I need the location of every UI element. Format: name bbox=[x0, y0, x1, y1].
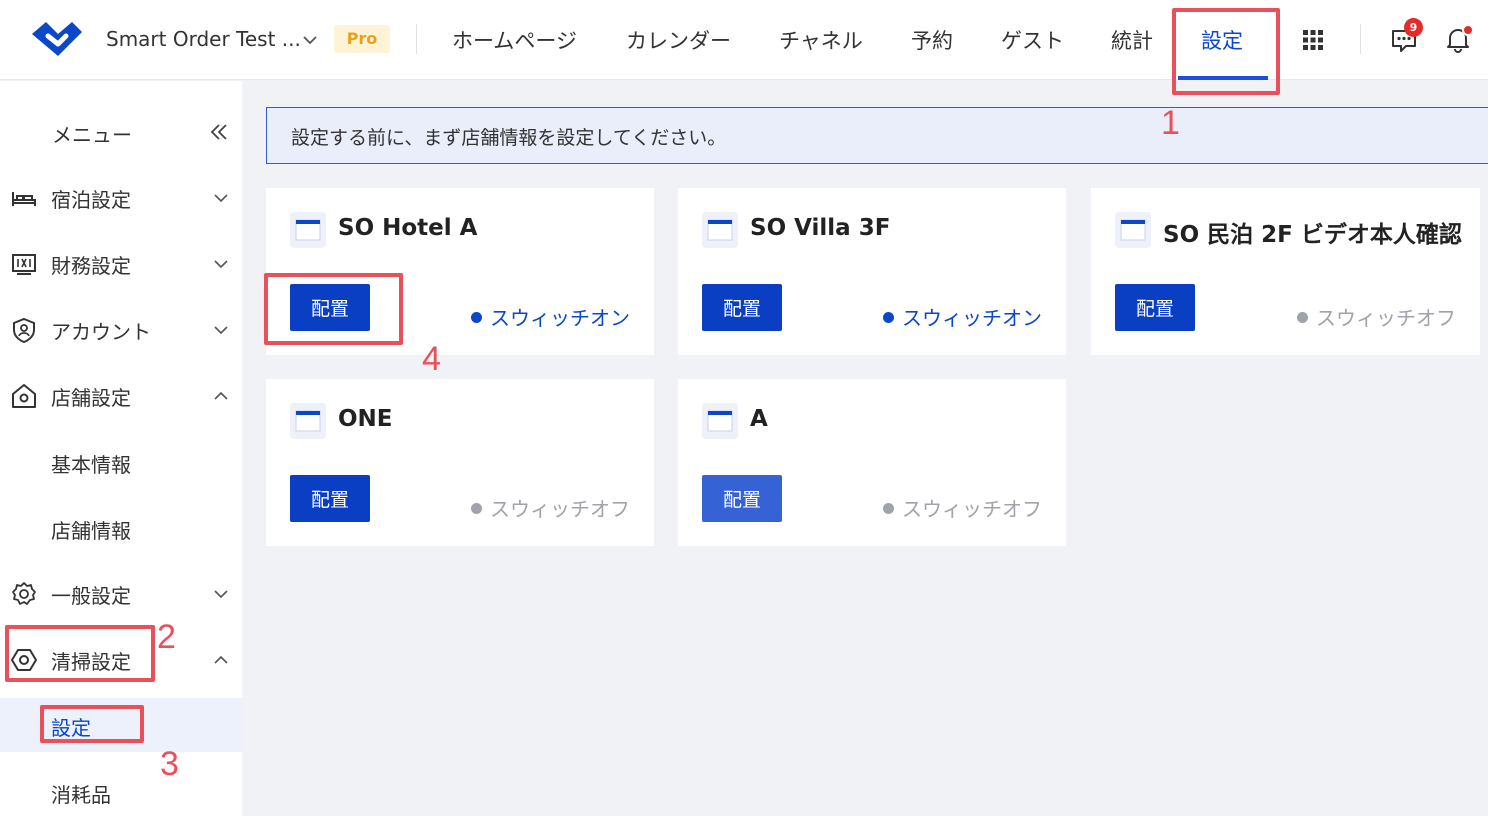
nav-settings[interactable]: 設定 bbox=[1201, 25, 1243, 55]
sidebar-subitem-cleaning-config[interactable]: 設定 bbox=[0, 698, 242, 752]
sidebar-item-label: 店舗設定 bbox=[51, 386, 131, 410]
nav-calendar[interactable]: カレンダー bbox=[626, 25, 731, 55]
configure-button[interactable]: 配置 bbox=[290, 475, 370, 522]
info-notice: 設定する前に、まず店舗情報を設定してください。 bbox=[266, 107, 1488, 164]
nav-home[interactable]: ホームページ bbox=[452, 25, 577, 55]
sidebar-item-accommodation[interactable]: 宿泊設定 bbox=[0, 170, 242, 226]
configure-button[interactable]: 配置 bbox=[290, 284, 370, 331]
browser-window-icon bbox=[1115, 212, 1151, 248]
store-card: SO Villa 3F 配置 スウィッチオン bbox=[678, 188, 1066, 355]
status-dot bbox=[883, 312, 894, 323]
chevron-down-icon bbox=[214, 194, 228, 203]
sidebar-item-finance[interactable]: 財務設定 bbox=[0, 236, 242, 292]
chevron-down-icon bbox=[214, 260, 228, 269]
chevron-up-icon bbox=[214, 391, 228, 400]
sidebar-subitem-label: 設定 bbox=[51, 716, 91, 740]
sidebar-item-label: 財務設定 bbox=[51, 254, 131, 278]
cleaning-icon bbox=[11, 649, 37, 671]
collapse-sidebar-icon[interactable] bbox=[208, 121, 230, 143]
sidebar-item-cleaning-settings[interactable]: 清掃設定 bbox=[0, 632, 242, 688]
message-count-badge: 9 bbox=[1404, 18, 1423, 37]
store-selector-title[interactable]: Smart Order Test ... bbox=[106, 27, 301, 51]
sidebar-item-label: 宿泊設定 bbox=[51, 188, 131, 212]
switch-status: スウィッチオン bbox=[471, 302, 630, 331]
sidebar: メニュー 宿泊設定 財務設定 アカウント 店舗設定 基本情報 店舗情報 一般設定… bbox=[0, 81, 242, 816]
bed-icon bbox=[12, 192, 36, 206]
sidebar-subitem-label: 店舗情報 bbox=[51, 519, 131, 543]
sidebar-item-general-settings[interactable]: 一般設定 bbox=[0, 566, 242, 622]
active-nav-indicator bbox=[1178, 76, 1268, 80]
browser-window-icon bbox=[290, 403, 326, 439]
sidebar-item-label: 清掃設定 bbox=[51, 650, 131, 674]
configure-button[interactable]: 配置 bbox=[702, 284, 782, 331]
nav-reservation[interactable]: 予約 bbox=[911, 25, 953, 55]
store-icon bbox=[12, 384, 36, 408]
status-label: スウィッチオフ bbox=[902, 497, 1042, 521]
store-card: SO 民泊 2F ビデオ本人確認 配置 スウィッチオフ bbox=[1091, 188, 1480, 355]
configure-button[interactable]: 配置 bbox=[1115, 284, 1195, 331]
sidebar-item-label: 一般設定 bbox=[51, 584, 131, 608]
store-name: ONE bbox=[338, 406, 393, 432]
status-dot bbox=[471, 503, 482, 514]
nav-channel[interactable]: チャネル bbox=[779, 25, 863, 55]
status-label: スウィッチオフ bbox=[490, 497, 630, 521]
store-card: SO Hotel A 配置 スウィッチオン bbox=[266, 188, 654, 355]
browser-window-icon bbox=[702, 212, 738, 248]
status-label: スウィッチオフ bbox=[1316, 306, 1456, 330]
store-name: A bbox=[750, 406, 768, 432]
chevron-down-icon[interactable] bbox=[300, 30, 320, 50]
store-card: ONE 配置 スウィッチオフ bbox=[266, 379, 654, 546]
gear-icon bbox=[12, 582, 36, 605]
store-card: A 配置 スウィッチオフ bbox=[678, 379, 1066, 546]
store-name: SO Hotel A bbox=[338, 215, 478, 241]
sidebar-subitem-label: 基本情報 bbox=[51, 453, 131, 477]
notification-dot bbox=[1462, 24, 1474, 36]
status-dot bbox=[883, 503, 894, 514]
chevron-up-icon bbox=[214, 655, 228, 664]
browser-window-icon bbox=[702, 403, 738, 439]
menu-title: メニュー bbox=[52, 123, 132, 147]
status-dot bbox=[471, 312, 482, 323]
store-name: SO 民泊 2F ビデオ本人確認 bbox=[1163, 222, 1462, 248]
chevron-down-icon bbox=[214, 326, 228, 335]
status-label: スウィッチオン bbox=[902, 306, 1042, 330]
sidebar-subitem-basic-info[interactable]: 基本情報 bbox=[0, 435, 242, 489]
header-divider bbox=[1360, 24, 1361, 54]
configure-button[interactable]: 配置 bbox=[702, 475, 782, 522]
nav-statistics[interactable]: 統計 bbox=[1111, 25, 1153, 55]
sidebar-item-store-settings[interactable]: 店舗設定 bbox=[0, 368, 242, 424]
switch-status: スウィッチオフ bbox=[1297, 302, 1456, 331]
sidebar-subitem-store-info[interactable]: 店舗情報 bbox=[0, 501, 242, 555]
switch-status: スウィッチオフ bbox=[883, 493, 1042, 522]
switch-status: スウィッチオン bbox=[883, 302, 1042, 331]
sidebar-subitem-consumables[interactable]: 消耗品 bbox=[0, 765, 242, 816]
switch-status: スウィッチオフ bbox=[471, 493, 630, 522]
notice-text: 設定する前に、まず店舗情報を設定してください。 bbox=[291, 127, 727, 149]
brand-logo-icon[interactable] bbox=[28, 14, 86, 60]
sidebar-subitem-label: 消耗品 bbox=[51, 783, 111, 807]
sidebar-item-account[interactable]: アカウント bbox=[0, 302, 242, 358]
status-dot bbox=[1297, 312, 1308, 323]
apps-grid-icon[interactable] bbox=[1302, 29, 1324, 51]
browser-window-icon bbox=[290, 212, 326, 248]
store-name: SO Villa 3F bbox=[750, 215, 891, 241]
chevron-down-icon bbox=[214, 590, 228, 599]
sidebar-item-label: アカウント bbox=[51, 320, 151, 344]
header-divider bbox=[416, 24, 417, 54]
plan-badge: Pro bbox=[334, 25, 390, 53]
nav-guest[interactable]: ゲスト bbox=[1001, 25, 1064, 55]
status-label: スウィッチオン bbox=[490, 306, 630, 330]
account-shield-icon bbox=[13, 317, 35, 344]
finance-icon bbox=[12, 254, 36, 275]
top-header: Smart Order Test ... Pro ホームページ カレンダー チャ… bbox=[0, 0, 1488, 80]
